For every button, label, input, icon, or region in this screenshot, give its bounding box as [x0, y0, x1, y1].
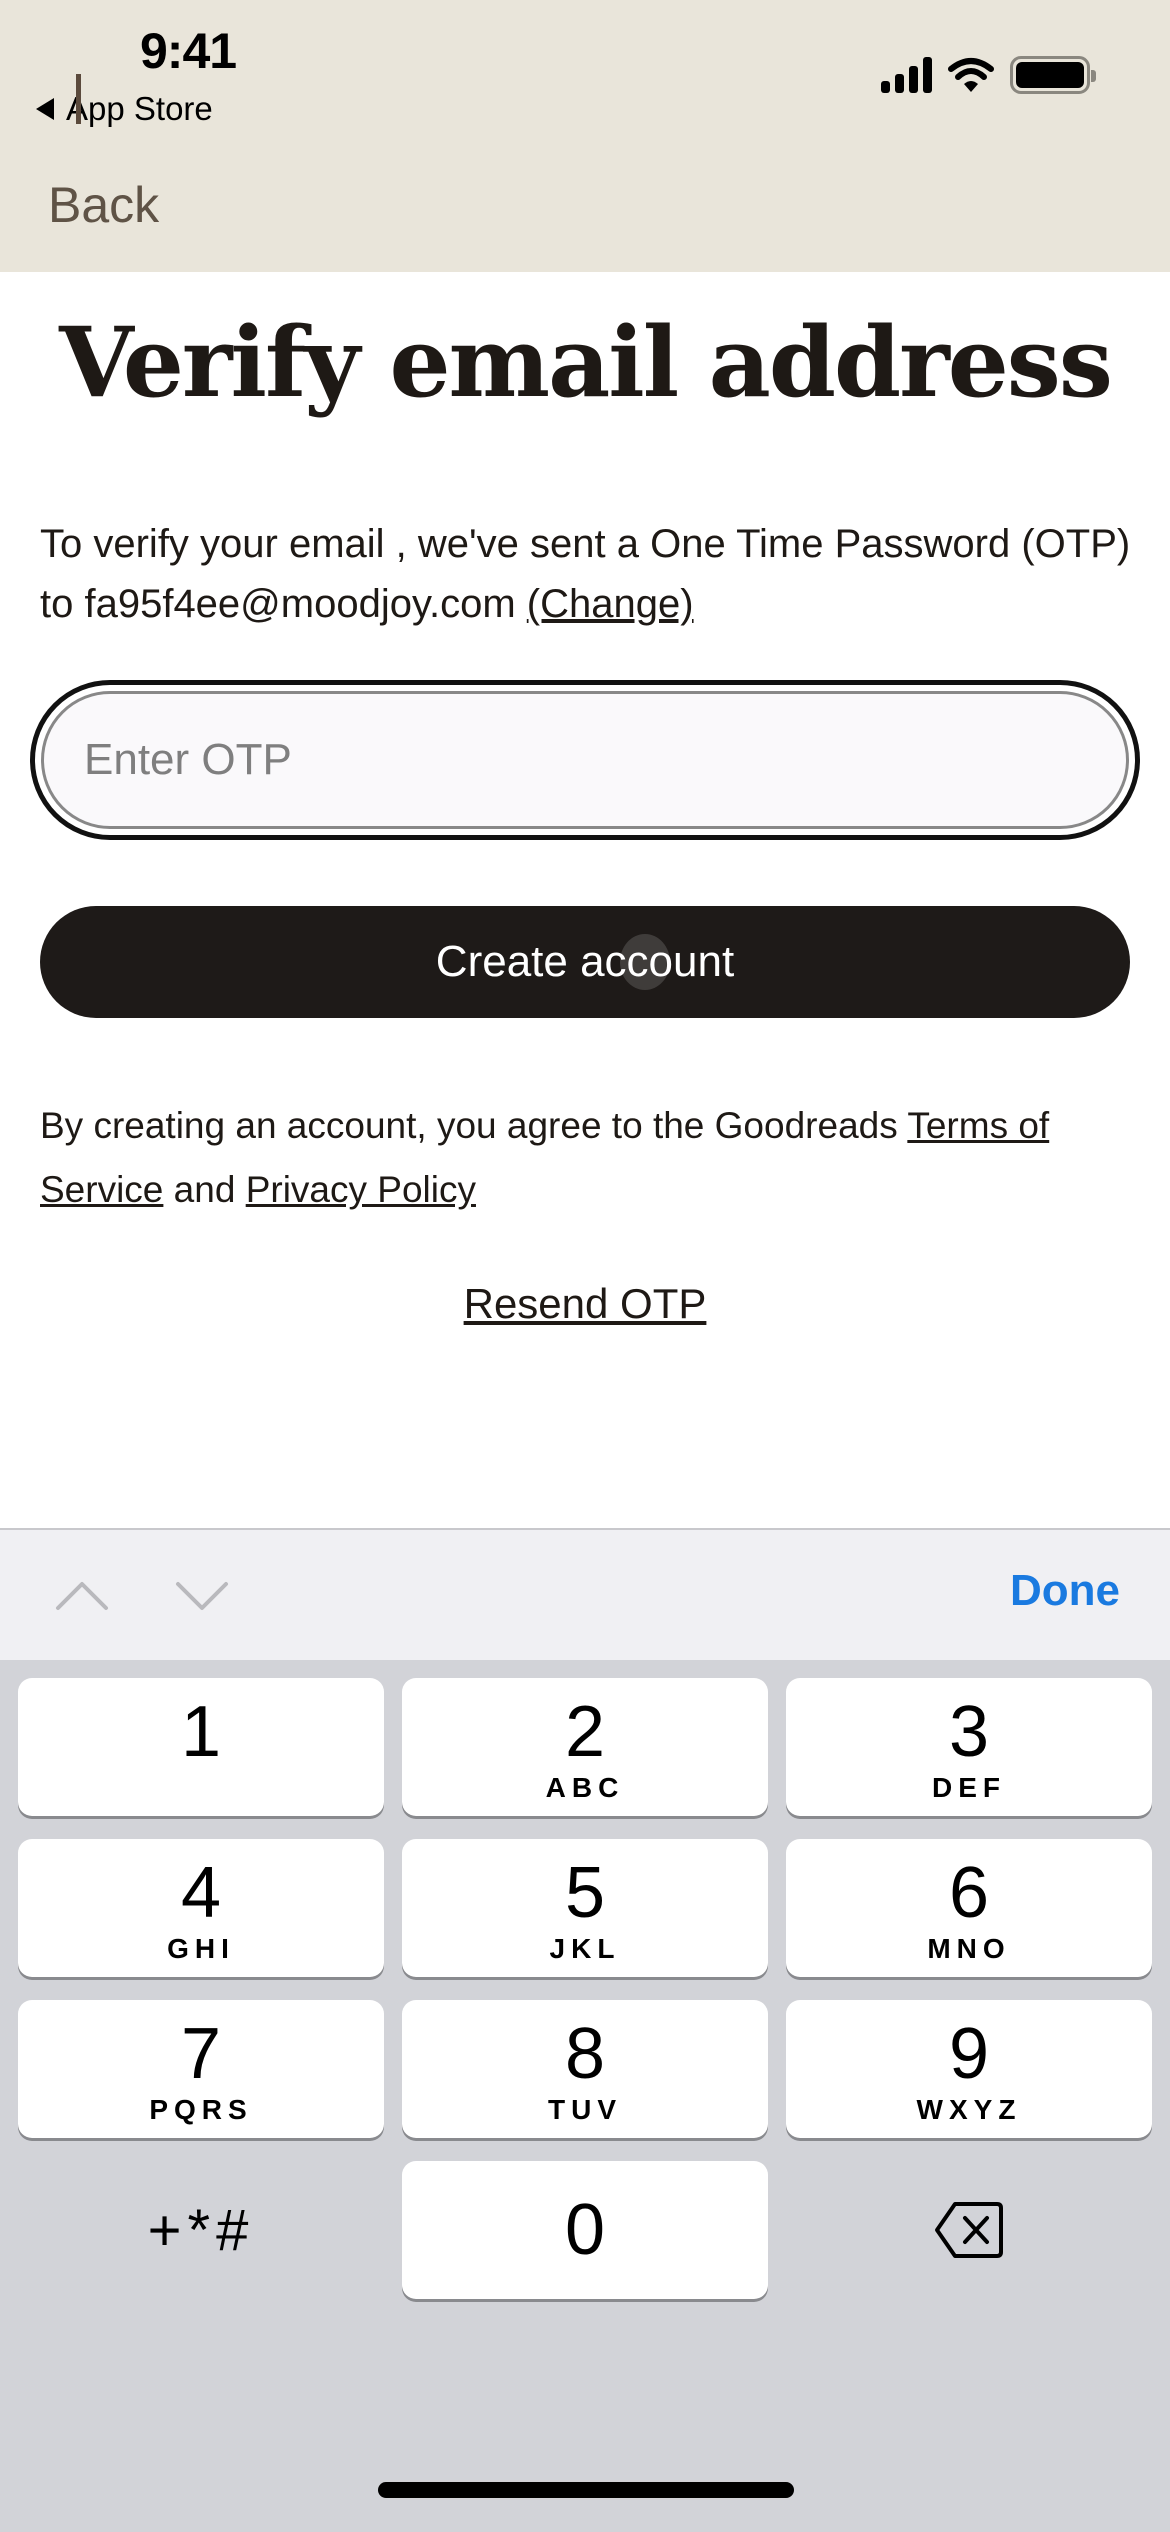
back-to-app-store[interactable]: App Store — [36, 90, 213, 128]
key-letters: PQRS — [149, 2094, 253, 2125]
key-2[interactable]: 2 ABC — [402, 1678, 768, 1816]
key-letters: MNO — [927, 1933, 1011, 1964]
resend-container: Resend OTP — [0, 1280, 1170, 1328]
status-time: 9:41 — [140, 23, 237, 79]
delete-key[interactable] — [786, 2161, 1152, 2299]
home-indicator — [378, 2482, 794, 2498]
key-number: 0 — [564, 2190, 606, 2270]
key-9[interactable]: 9 WXYZ — [786, 2000, 1152, 2138]
privacy-policy-link[interactable]: Privacy Policy — [246, 1169, 476, 1210]
page-title: Verify email address — [59, 306, 1113, 419]
key-number: 9 — [948, 2014, 990, 2094]
backspace-icon — [935, 2202, 1003, 2258]
key-6[interactable]: 6 MNO — [786, 1839, 1152, 1977]
done-button[interactable]: Done — [1010, 1566, 1120, 1616]
cellular-signal-icon — [881, 57, 932, 93]
key-number: 8 — [564, 2014, 606, 2094]
symbols-label: +*# — [147, 2197, 255, 2263]
key-number: 2 — [564, 1692, 606, 1772]
key-0[interactable]: 0 — [402, 2161, 768, 2299]
otp-field-focus-ring — [30, 680, 1140, 840]
key-3[interactable]: 3 DEF — [786, 1678, 1152, 1816]
key-number: 4 — [180, 1853, 222, 1933]
key-number: 5 — [564, 1853, 606, 1933]
numeric-keypad: 1 2 ABC 3 DEF 4 GHI 5 JKL 6 MNO 7 PQRS 8… — [0, 1660, 1170, 2532]
top-header: 9:41 App Store Back — [0, 0, 1170, 272]
otp-description: To verify your email , we've sent a One … — [40, 514, 1140, 634]
key-7[interactable]: 7 PQRS — [18, 2000, 384, 2138]
key-number: 7 — [180, 2014, 222, 2094]
key-letters: JKL — [549, 1933, 621, 1964]
otp-input[interactable] — [41, 691, 1129, 829]
back-app-label: App Store — [66, 90, 213, 127]
create-account-button[interactable]: Create account — [40, 906, 1130, 1018]
chevron-up-icon[interactable] — [52, 1566, 112, 1626]
key-letters: TUV — [548, 2094, 622, 2125]
terms-and-text: and — [163, 1169, 246, 1210]
key-letters: ABC — [545, 1772, 625, 1803]
key-letters: GHI — [167, 1933, 235, 1964]
key-4[interactable]: 4 GHI — [18, 1839, 384, 1977]
key-letters: WXYZ — [916, 2094, 1022, 2125]
text-caret — [76, 74, 81, 124]
status-icons — [881, 56, 1096, 94]
change-email-link[interactable]: (Change) — [527, 582, 694, 626]
key-symbols[interactable]: +*# — [18, 2161, 384, 2299]
terms-text: By creating an account, you agree to the… — [40, 1105, 908, 1146]
key-letters: DEF — [932, 1772, 1006, 1803]
keyboard-accessory-bar: Done — [0, 1528, 1170, 1660]
battery-icon — [1010, 56, 1096, 94]
back-button[interactable]: Back — [48, 176, 159, 234]
wifi-icon — [948, 58, 994, 92]
key-number: 1 — [180, 1692, 222, 1772]
key-number: 6 — [948, 1853, 990, 1933]
resend-otp-link[interactable]: Resend OTP — [464, 1280, 707, 1327]
back-triangle-icon — [36, 98, 54, 120]
key-number: 3 — [948, 1692, 990, 1772]
key-5[interactable]: 5 JKL — [402, 1839, 768, 1977]
terms-notice: By creating an account, you agree to the… — [40, 1094, 1140, 1222]
key-1[interactable]: 1 — [18, 1678, 384, 1816]
chevron-down-icon[interactable] — [172, 1566, 232, 1626]
key-8[interactable]: 8 TUV — [402, 2000, 768, 2138]
